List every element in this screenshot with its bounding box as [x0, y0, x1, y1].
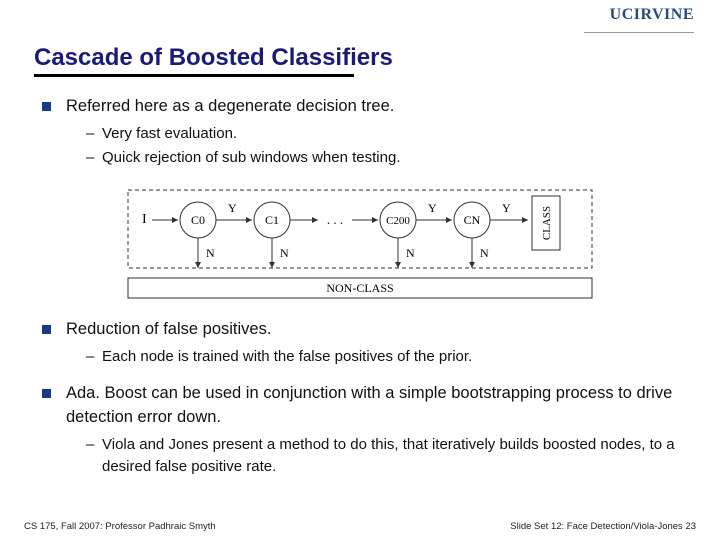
bullet-3-text: Ada. Boost can be used in conjunction wi… — [66, 384, 672, 426]
logo-irvine: IRVINE — [634, 6, 694, 23]
arrowhead-icon — [469, 262, 475, 268]
arrowhead-icon — [269, 262, 275, 268]
logo-uc: UC — [610, 6, 634, 23]
diagram-node-c1-label: C1 — [265, 213, 279, 227]
diagram-n-1: N — [206, 246, 215, 260]
arrowhead-icon — [372, 217, 378, 223]
uci-logo: UCIRVINE — [610, 6, 694, 24]
diagram-input-label: I — [142, 212, 147, 227]
footer-left: CS 175, Fall 2007: Professor Padhraic Sm… — [24, 521, 216, 532]
bullet-1-text: Referred here as a degenerate decision t… — [66, 97, 394, 115]
bullet-1-sub-1: Very fast evaluation. — [86, 123, 686, 145]
diagram-nonclass-label: NON-CLASS — [326, 281, 393, 295]
arrowhead-icon — [446, 217, 452, 223]
bullet-1-sublist: Very fast evaluation. Quick rejection of… — [66, 123, 686, 169]
diagram-node-c200-label: C200 — [386, 215, 410, 227]
arrowhead-icon — [312, 217, 318, 223]
diagram-y-3: Y — [502, 201, 511, 215]
diagram-n-4: N — [480, 246, 489, 260]
slide-footer: CS 175, Fall 2007: Professor Padhraic Sm… — [0, 521, 720, 532]
title-underline — [34, 74, 354, 77]
diagram-node-cn-label: CN — [464, 213, 481, 227]
bullet-2: Reduction of false positives. Each node … — [42, 318, 686, 368]
diagram-ellipsis: . . . — [327, 212, 343, 227]
bullet-1: Referred here as a degenerate decision t… — [42, 95, 686, 168]
diagram-node-c0-label: C0 — [191, 213, 205, 227]
cascade-diagram: I C0 Y C1 . . . — [34, 182, 686, 302]
arrowhead-icon — [195, 262, 201, 268]
bullet-list-2: Reduction of false positives. Each node … — [34, 318, 686, 477]
diagram-y-2: Y — [428, 201, 437, 215]
slide: UCIRVINE Cascade of Boosted Classifiers … — [0, 0, 720, 540]
bullet-list: Referred here as a degenerate decision t… — [34, 95, 686, 168]
diagram-class-label: CLASS — [541, 206, 553, 240]
bullet-3-sub-1: Viola and Jones present a method to do t… — [86, 434, 686, 478]
arrowhead-icon — [522, 217, 528, 223]
bullet-2-sub-1: Each node is trained with the false posi… — [86, 346, 686, 368]
arrowhead-icon — [172, 217, 178, 223]
bullet-1-sub-2: Quick rejection of sub windows when test… — [86, 147, 686, 169]
arrowhead-icon — [395, 262, 401, 268]
arrowhead-icon — [246, 217, 252, 223]
slide-title: Cascade of Boosted Classifiers — [34, 44, 686, 72]
diagram-n-2: N — [280, 246, 289, 260]
logo-underline — [584, 32, 694, 33]
diagram-n-3: N — [406, 246, 415, 260]
bullet-2-sublist: Each node is trained with the false posi… — [66, 346, 686, 368]
diagram-y-1: Y — [228, 201, 237, 215]
cascade-svg: I C0 Y C1 . . . — [120, 182, 600, 302]
bullet-2-text: Reduction of false positives. — [66, 320, 271, 338]
bullet-3: Ada. Boost can be used in conjunction wi… — [42, 382, 686, 477]
footer-right: Slide Set 12: Face Detection/Viola-Jones… — [510, 521, 696, 532]
slide-content: Referred here as a degenerate decision t… — [34, 95, 686, 477]
bullet-3-sublist: Viola and Jones present a method to do t… — [66, 434, 686, 478]
